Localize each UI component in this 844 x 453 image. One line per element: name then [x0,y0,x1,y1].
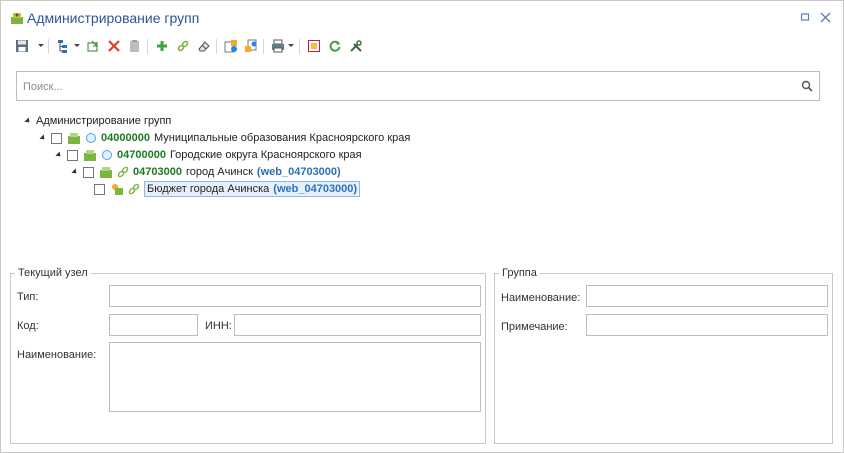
title-bar: Администрирование групп [1,1,843,33]
restore-icon[interactable] [798,10,812,24]
save-icon[interactable] [13,37,31,55]
collapse-icon[interactable] [39,134,47,142]
search-icon[interactable] [801,80,813,92]
tree-node-name: город Ачинск [185,166,253,178]
link-icon [116,165,130,179]
current-node-legend: Текущий узел [18,267,88,279]
copy-users-icon[interactable] [222,37,240,55]
window-title: Администрирование групп [27,10,200,26]
tree-node-name: Бюджет города Ачинска [147,183,270,195]
separator [216,39,217,54]
tree-node-web-login: (web_04703000) [256,166,341,178]
code-field[interactable] [109,314,198,336]
budget-icon [110,182,124,196]
close-icon[interactable] [818,10,832,24]
type-field[interactable] [109,285,481,307]
circle-status-icon [100,148,114,162]
selected-node-label[interactable]: Бюджет города Ачинска (web_04703000) [144,181,361,197]
organization-icon [99,165,113,179]
collapse-icon[interactable] [24,117,32,125]
toolbar [11,37,831,57]
clear-icon[interactable] [195,37,213,55]
separator [263,39,264,54]
group-tree: Администрирование групп 04000000 Муницип… [1,111,843,261]
group-name-field[interactable] [586,285,828,307]
print-dropdown-icon[interactable] [288,44,294,47]
delete-icon[interactable] [105,37,123,55]
paste-icon[interactable] [126,37,144,55]
move-icon[interactable] [84,37,102,55]
group-note-field[interactable] [586,314,828,336]
print-icon[interactable] [269,37,287,55]
code-label: Код: [17,320,39,332]
tree-node-name: Городские округа Красноярского края [169,149,362,161]
group-note-label: Примечание: [501,321,568,333]
tree-root[interactable]: Администрирование групп [24,113,172,129]
search-box [16,71,820,101]
collapse-icon[interactable] [55,151,63,159]
type-label: Тип: [17,291,39,303]
tree-node-checkbox[interactable] [67,149,78,161]
tree-node-checkbox[interactable] [51,132,62,144]
circle-status-icon [84,131,98,145]
tree-options-dropdown-icon[interactable] [74,44,80,47]
window: Администрирование групп Поиск... Админис… [0,0,844,453]
group-legend: Группа [502,267,537,279]
link-icon [127,182,141,196]
tree-node[interactable]: 04703000 город Ачинск (web_04703000) [71,164,341,180]
separator [147,39,148,54]
organization-icon [67,131,81,145]
search-input[interactable] [21,76,795,98]
tree-node-code: 04703000 [133,166,182,178]
tree-node[interactable]: 04700000 Городские округа Красноярского … [55,147,362,163]
tree-node-code: 04700000 [117,149,166,161]
inn-field[interactable] [234,314,481,336]
copy-users-2-icon[interactable] [242,37,260,55]
tree-node-checkbox[interactable] [94,183,105,195]
organization-icon [83,148,97,162]
tree-node-checkbox[interactable] [83,166,94,178]
groups-app-icon [10,11,24,25]
separator [48,39,49,54]
collapse-icon[interactable] [71,168,79,176]
tree-node-code: 04000000 [101,132,150,144]
tree-root-label: Администрирование групп [36,115,172,127]
tree-node-name: Муниципальные образования Красноярского … [153,132,411,144]
tree-node-web-login: (web_04703000) [273,183,358,195]
refresh-icon[interactable] [326,37,344,55]
group-name-label: Наименование: [501,292,581,304]
link-icon[interactable] [174,37,192,55]
settings-icon[interactable] [347,37,365,55]
tree-options-icon[interactable] [55,37,73,55]
report-icon[interactable] [305,37,323,55]
name-label: Наименование: [17,349,97,361]
inn-label: ИНН: [205,320,232,332]
save-dropdown-icon[interactable] [38,44,44,47]
separator [299,39,300,54]
tree-node[interactable]: 04000000 Муниципальные образования Красн… [39,130,411,146]
name-field[interactable] [109,342,481,412]
add-icon[interactable] [153,37,171,55]
tree-node-selected[interactable]: Бюджет города Ачинска (web_04703000) [94,181,361,197]
